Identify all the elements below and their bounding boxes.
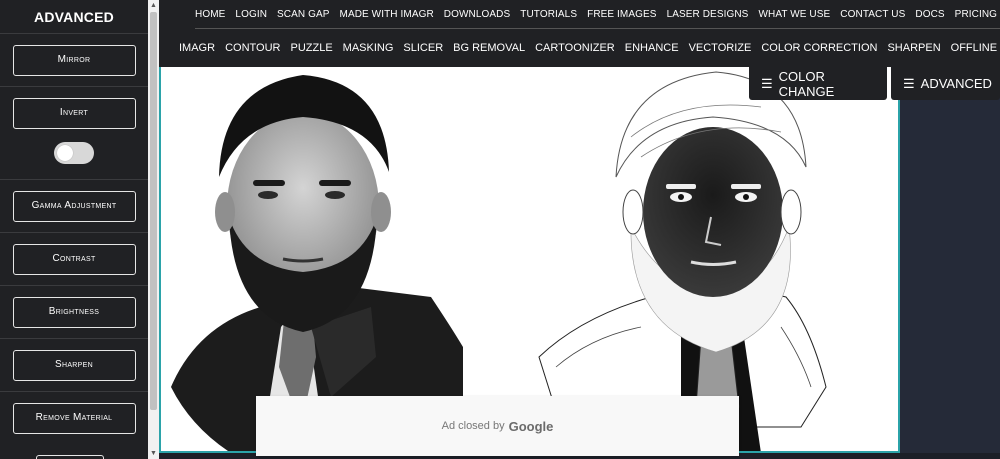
invert-toggle[interactable] (54, 142, 94, 164)
nav-downloads[interactable]: DOWNLOADS (444, 9, 510, 20)
tool-masking[interactable]: MASKING (343, 42, 394, 54)
tool-slicer[interactable]: SLICER (403, 42, 443, 54)
invert-button[interactable]: Invert (12, 98, 136, 129)
brightness-section: Brightness (0, 286, 148, 339)
right-side-panel (900, 67, 1000, 459)
color-change-button[interactable]: ☰ COLOR CHANGE (749, 67, 887, 100)
nav-pricing[interactable]: PRICING (955, 9, 997, 20)
sidebar-title: ADVANCED (0, 0, 148, 34)
invert-section: Invert (0, 87, 148, 180)
tool-sharpen[interactable]: SHARPEN (887, 42, 940, 54)
contrast-button[interactable]: Contrast (12, 243, 136, 275)
ad-closed-text: Ad closed by (441, 420, 505, 432)
sidebar-scrollbar[interactable]: ▲ ▼ (148, 0, 159, 459)
color-change-label: COLOR CHANGE (778, 68, 835, 99)
tool-contour[interactable]: CONTOUR (225, 42, 280, 54)
contrast-section: Contrast (0, 233, 148, 286)
nav-row-primary: HOME LOGIN SCAN GAP MADE WITH IMAGR DOWN… (195, 0, 1000, 29)
nav-what-we-use[interactable]: WHAT WE USE (758, 9, 830, 20)
toggle-knob (57, 145, 73, 161)
remove-material-button[interactable]: Remove Material (12, 403, 136, 434)
advanced-button[interactable]: ☰ ADVANCED (891, 67, 1000, 100)
nav-laser-designs[interactable]: LASER DESIGNS (667, 9, 749, 20)
mirror-section: Mirror (0, 34, 148, 87)
tool-cartoonizer[interactable]: CARTOONIZER (535, 42, 615, 54)
sharpen-button[interactable]: Sharpen (12, 349, 136, 381)
tool-offline[interactable]: OFFLINE (951, 42, 997, 54)
menu-icon: ☰ (903, 75, 915, 91)
tool-color-correction[interactable]: COLOR CORRECTION (761, 42, 877, 54)
scroll-up-icon[interactable]: ▲ (148, 0, 159, 11)
remove-material-section: Remove Material (0, 392, 148, 445)
nav-login[interactable]: LOGIN (235, 9, 267, 20)
mirror-button[interactable]: Mirror (12, 44, 136, 76)
tool-puzzle[interactable]: PUZZLE (290, 42, 332, 54)
gamma-section: Gamma Adjustment (0, 180, 148, 233)
ad-closed-banner: Ad closed by Google (256, 396, 739, 456)
tool-bg-removal[interactable]: BG REMOVAL (453, 42, 525, 54)
scroll-thumb[interactable] (150, 12, 157, 410)
nav-row-tools: IMAGR CONTOUR PUZZLE MASKING SLICER BG R… (179, 34, 997, 62)
nav-tutorials[interactable]: TUTORIALS (520, 9, 577, 20)
left-sidebar: ADVANCED Mirror Invert Gamma Adjustment … (0, 0, 148, 459)
scroll-down-icon[interactable]: ▼ (148, 448, 159, 459)
nav-made-with-imagr[interactable]: MADE WITH IMAGR (340, 9, 434, 20)
advanced-label: ADVANCED (920, 76, 992, 91)
partial-button[interactable] (36, 455, 104, 459)
gamma-adjustment-button[interactable]: Gamma Adjustment (12, 190, 136, 222)
app-root: ADVANCED Mirror Invert Gamma Adjustment … (0, 0, 1000, 459)
nav-contact-us[interactable]: CONTACT US (840, 9, 905, 20)
tool-imagr[interactable]: IMAGR (179, 42, 215, 54)
menu-icon: ☰ (761, 75, 773, 91)
tool-vectorize[interactable]: VECTORIZE (689, 42, 752, 54)
nav-home[interactable]: HOME (195, 9, 225, 20)
nav-scan-gap[interactable]: SCAN GAP (277, 9, 329, 20)
nav-docs[interactable]: DOCS (915, 9, 944, 20)
brightness-button[interactable]: Brightness (12, 296, 136, 328)
google-logo: Google (508, 418, 554, 434)
nav-free-images[interactable]: FREE IMAGES (587, 9, 656, 20)
tool-enhance[interactable]: ENHANCE (625, 42, 679, 54)
top-navigation: HOME LOGIN SCAN GAP MADE WITH IMAGR DOWN… (159, 0, 1000, 67)
sharpen-section: Sharpen (0, 339, 148, 392)
